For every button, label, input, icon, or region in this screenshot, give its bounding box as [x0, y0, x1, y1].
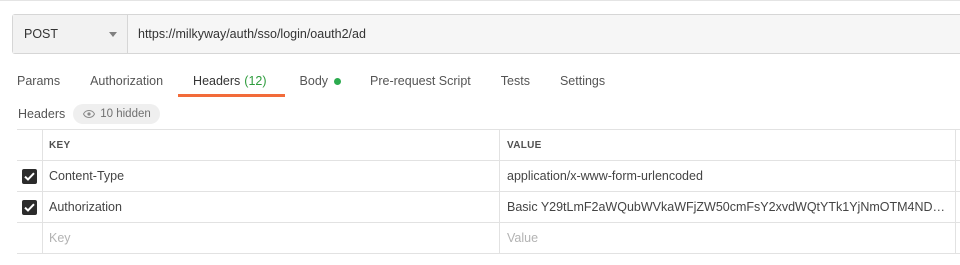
request-tabs: Params Authorization Headers (12) Body P…: [0, 66, 605, 98]
row-enabled-checkbox[interactable]: [22, 168, 37, 184]
header-value-text: Basic Y29tLmF2aWQubWVkaWFjZW50cmFsY2xvdW…: [507, 200, 949, 214]
url-input[interactable]: https://milkyway/auth/sso/login/oauth2/a…: [128, 15, 960, 53]
headers-title: Headers: [18, 107, 66, 121]
tab-pre-request-script-label: Pre-request Script: [370, 74, 471, 88]
header-value-field[interactable]: Basic Y29tLmF2aWQubWVkaWFjZW50cmFsY2xvdW…: [500, 192, 960, 222]
hidden-count-label: 10 hidden: [100, 108, 151, 120]
body-status-dot-icon: [334, 77, 342, 85]
tab-params-label: Params: [17, 74, 61, 88]
method-label: POST: [24, 27, 59, 41]
row-check-cell: [17, 192, 43, 222]
checkmark-icon: [24, 203, 35, 212]
tab-headers[interactable]: Headers (12): [178, 66, 286, 97]
header-check-cell: [17, 130, 43, 160]
headers-subheader: Headers 10 hidden: [18, 104, 160, 124]
chevron-down-icon: [109, 32, 117, 37]
row-check-cell: [17, 223, 43, 253]
tab-tests-label: Tests: [500, 74, 530, 88]
request-bar: POST https://milkyway/auth/sso/login/oau…: [12, 14, 960, 54]
top-divider: [0, 0, 960, 3]
new-value-input[interactable]: Value: [500, 223, 960, 253]
header-value-field[interactable]: application/x-www-form-urlencoded: [500, 161, 960, 191]
table-row: Authorization Basic Y29tLmF2aWQubWVkaWFj…: [17, 192, 960, 223]
table-row: Content-Type application/x-www-form-urle…: [17, 161, 960, 192]
row-check-cell: [17, 161, 43, 191]
tab-authorization-label: Authorization: [90, 74, 164, 88]
tab-tests[interactable]: Tests: [501, 66, 530, 96]
header-key-field[interactable]: Content-Type: [43, 161, 500, 191]
tab-pre-request-script[interactable]: Pre-request Script: [370, 66, 471, 96]
tab-settings[interactable]: Settings: [560, 66, 605, 96]
new-key-input[interactable]: Key: [43, 223, 500, 253]
tab-body-label: Body: [299, 74, 329, 88]
checkmark-icon: [24, 172, 35, 181]
table-row-new: Key Value: [17, 223, 960, 254]
method-select[interactable]: POST: [13, 15, 128, 53]
tab-params[interactable]: Params: [17, 66, 60, 96]
column-header-value: VALUE: [507, 139, 542, 151]
header-value-text: application/x-www-form-urlencoded: [507, 169, 703, 183]
eye-icon: [83, 110, 96, 118]
tab-headers-label: Headers: [193, 74, 241, 88]
tab-authorization[interactable]: Authorization: [90, 66, 163, 96]
tab-body[interactable]: Body: [300, 66, 342, 96]
row-enabled-checkbox[interactable]: [22, 199, 37, 215]
tab-settings-label: Settings: [559, 74, 606, 88]
table-right-border: [955, 129, 956, 254]
table-header-row: KEY VALUE: [17, 130, 960, 161]
headers-count-badge: (12): [244, 74, 267, 88]
column-header-key: KEY: [43, 130, 500, 160]
hidden-headers-toggle[interactable]: 10 hidden: [73, 104, 160, 124]
headers-table: KEY VALUE Content-Type application/x-www…: [17, 129, 960, 254]
header-key-field[interactable]: Authorization: [43, 192, 500, 222]
